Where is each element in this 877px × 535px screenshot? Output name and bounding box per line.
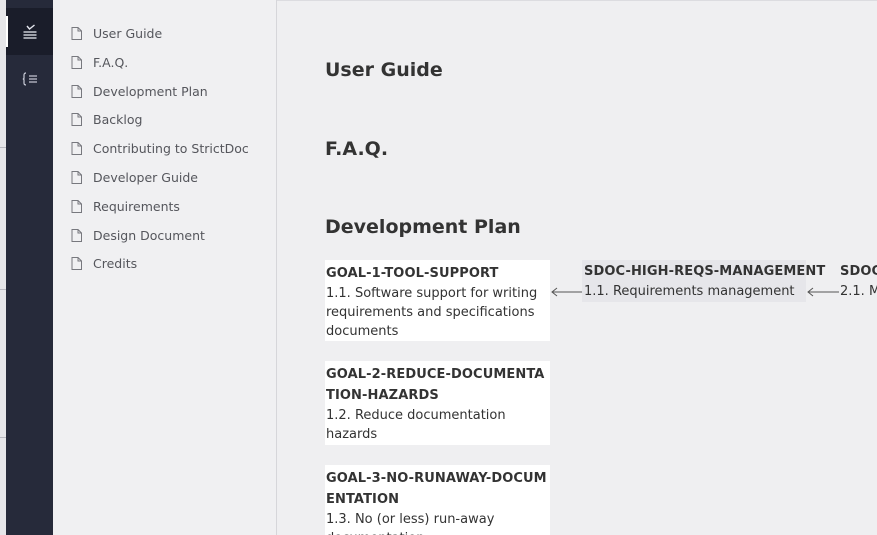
toc-item-label: Development Plan <box>93 83 208 99</box>
icon-bar <box>6 0 53 535</box>
requirement-uid: GOAL-1-TOOL-SUPPORT <box>326 266 499 281</box>
requirement-title: 1.3. No (or less) run-away documentation <box>326 512 495 535</box>
linked-requirement-title: 2.1. M <box>840 284 877 299</box>
toc-sidebar: User Guide F.A.Q. Development Plan Backl… <box>53 0 277 535</box>
toc-item-backlog[interactable]: Backlog <box>71 109 142 129</box>
linked-requirement-uid: SDOC <box>840 264 877 279</box>
toc-item-label: Requirements <box>93 198 180 214</box>
source-toggle-button[interactable] <box>6 55 53 102</box>
curly-braces-icon <box>22 71 37 86</box>
document-icon <box>71 112 82 126</box>
toc-item-requirements[interactable]: Requirements <box>71 196 180 216</box>
section-title-user-guide: User Guide <box>325 59 443 81</box>
section-title-faq: F.A.Q. <box>325 138 389 160</box>
toc-item-design-document[interactable]: Design Document <box>71 225 205 245</box>
toc-item-label: Developer Guide <box>93 169 198 185</box>
document-icon <box>71 256 82 270</box>
toc-item-user-guide[interactable]: User Guide <box>71 23 162 43</box>
requirement-title: 1.2. Reduce documentation hazards <box>326 408 506 442</box>
linked-requirement-title: 1.1. Requirements management <box>584 284 795 299</box>
linked-requirement-uid: SDOC-HIGH-REQS-MANAGEMENT <box>584 264 826 279</box>
document-icon <box>71 26 82 40</box>
document-icon <box>71 141 82 155</box>
toc-item-label: Backlog <box>93 111 143 127</box>
requirement-uid: GOAL-2-REDUCE-DOCUMENTATION-HAZARDS <box>326 367 545 403</box>
document-icon <box>71 55 82 69</box>
requirement-card-goal-3[interactable]: GOAL-3-NO-RUNAWAY-DOCUMENTATION 1.3. No … <box>325 465 550 535</box>
toc-item-developer-guide[interactable]: Developer Guide <box>71 167 198 187</box>
link-arrow <box>807 287 839 297</box>
requirement-card-goal-1[interactable]: GOAL-1-TOOL-SUPPORT 1.1. Software suppor… <box>325 260 550 341</box>
linked-requirement-reqs-management[interactable]: SDOC-HIGH-REQS-MANAGEMENT 1.1. Requireme… <box>582 260 826 302</box>
document-content: User Guide F.A.Q. Development Plan GOAL-… <box>277 0 877 535</box>
requirement-uid: GOAL-3-NO-RUNAWAY-DOCUMENTATION <box>326 471 547 507</box>
linked-requirement-sdoc[interactable]: SDOC 2.1. M <box>838 260 877 302</box>
toc-item-faq[interactable]: F.A.Q. <box>71 52 128 72</box>
toc-item-label: F.A.Q. <box>93 54 129 70</box>
requirement-card-goal-2[interactable]: GOAL-2-REDUCE-DOCUMENTATION-HAZARDS 1.2.… <box>325 361 550 445</box>
document-icon <box>71 170 82 184</box>
section-title-development-plan: Development Plan <box>325 216 521 238</box>
link-arrow <box>551 287 583 297</box>
toc-item-credits[interactable]: Credits <box>71 253 137 273</box>
check-list-icon <box>23 23 36 39</box>
toc-item-label: Design Document <box>93 227 205 243</box>
requirement-title: 1.1. Software support for writing requir… <box>326 286 538 339</box>
toc-item-label: Credits <box>93 255 138 271</box>
document-icon <box>71 228 82 242</box>
document-icon <box>71 84 82 98</box>
toc-item-development-plan[interactable]: Development Plan <box>71 81 208 101</box>
toc-item-contributing[interactable]: Contributing to StrictDoc <box>71 138 249 158</box>
document-icon <box>71 199 82 213</box>
toc-item-label: User Guide <box>93 25 163 41</box>
toc-toggle-button[interactable] <box>6 8 53 55</box>
toc-item-label: Contributing to StrictDoc <box>93 140 249 156</box>
